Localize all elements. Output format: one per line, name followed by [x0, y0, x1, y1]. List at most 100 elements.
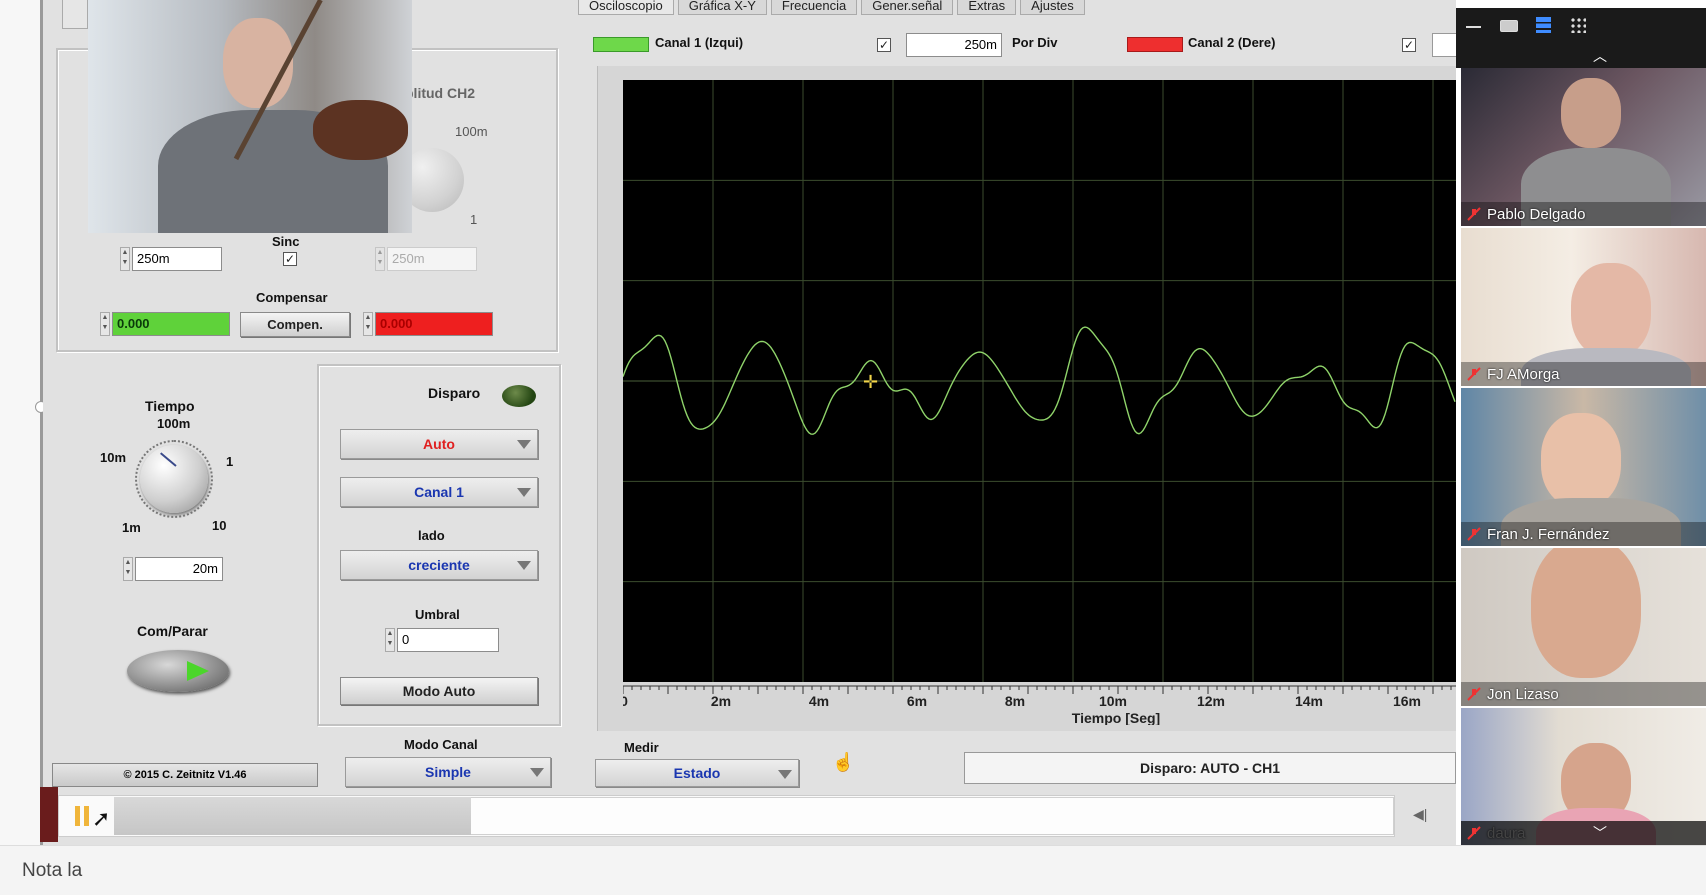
offset-title: Compensar — [256, 290, 328, 305]
trigger-status-display: Disparo: AUTO - CH1 — [964, 752, 1456, 784]
tab-grafica-xy[interactable]: Gráfica X-Y — [677, 0, 767, 15]
trigger-mode-value: Auto — [423, 436, 455, 452]
scroll-up-icon[interactable]: ︿ — [1593, 46, 1607, 66]
channel2-color-swatch — [1127, 37, 1183, 52]
x-axis: 0 2m 4m 6m 8m 10m 12m 14m 16m — [623, 685, 1456, 709]
notes-area — [0, 845, 1706, 895]
ch2-amplitude-input[interactable]: 250m — [387, 247, 477, 271]
chevron-down-icon — [517, 440, 531, 449]
grid-view-icon[interactable] — [1570, 17, 1586, 33]
compensate-button[interactable]: Compen. — [240, 312, 350, 337]
measure-dropdown[interactable]: Estado — [595, 759, 799, 787]
participant-tile[interactable]: Jon Lizaso — [1461, 548, 1706, 706]
x-tick-label: 10m — [1099, 693, 1127, 709]
gallery-strip-icon[interactable] — [1536, 17, 1551, 33]
time-scale-10m: 10m — [100, 450, 127, 465]
x-tick-label: 4m — [809, 693, 829, 709]
speaker-view-icon[interactable] — [1500, 20, 1518, 32]
participant-tile[interactable]: FJ AMorga — [1461, 228, 1706, 386]
participant-tile[interactable]: Pablo Delgado — [1461, 68, 1706, 226]
chevron-down-icon — [778, 770, 792, 779]
threshold-spinner[interactable]: ▲ ▼ — [385, 628, 395, 652]
ch1-amplitude-input[interactable]: 250m — [132, 247, 222, 271]
muted-mic-icon — [1467, 527, 1481, 541]
cursor-crosshair-icon: ✛ — [863, 372, 879, 392]
channel1-checkbox[interactable]: ✓ — [877, 38, 891, 52]
time-per-div-input[interactable]: 250m — [906, 33, 1002, 57]
participant-name: Pablo Delgado — [1487, 206, 1586, 223]
sync-checkbox[interactable]: ✓ — [283, 252, 297, 266]
channel2-value-box[interactable] — [1432, 33, 1456, 57]
edge-dropdown[interactable]: creciente — [340, 550, 538, 580]
x-tick-label: 16m — [1393, 693, 1421, 709]
time-input[interactable]: 20m — [135, 557, 223, 581]
participant-face — [1541, 413, 1621, 508]
x-tick-label: 6m — [907, 693, 927, 709]
x-tick-label: 0 — [623, 693, 628, 709]
time-title: Tiempo — [145, 398, 195, 414]
top-left-tab[interactable] — [62, 0, 88, 29]
start-stop-label: Com/Parar — [137, 623, 208, 639]
volume-icon[interactable]: ◀| — [1413, 806, 1427, 823]
measure-value: Estado — [673, 765, 721, 781]
trigger-group — [317, 364, 561, 726]
muted-mic-icon — [1467, 207, 1481, 221]
ch1-amplitude-spinner[interactable]: ▲ ▼ — [120, 247, 130, 271]
tab-osciloscopio[interactable]: Osciloscopio — [578, 0, 674, 15]
amplitude-ch2-title: plitud CH2 — [405, 85, 475, 101]
edge-label: lado — [418, 528, 445, 543]
participant-name: Fran J. Fernández — [1487, 526, 1610, 543]
mouse-pointer-icon: ➚ — [92, 806, 111, 831]
scroll-down-icon[interactable]: ﹀ — [1593, 823, 1607, 843]
ch1-offset-input[interactable]: 0.000 — [112, 312, 230, 336]
participant-face — [1571, 263, 1651, 358]
trigger-source-dropdown[interactable]: Canal 1 — [340, 477, 538, 507]
note-text[interactable]: Nota la — [22, 860, 82, 882]
sync-label: Sinc — [272, 234, 300, 249]
time-spinner[interactable]: ▲ ▼ — [123, 557, 133, 581]
trigger-mode-dropdown[interactable]: Auto — [340, 429, 538, 459]
minimize-icon[interactable] — [1466, 26, 1481, 28]
channel2-checkbox[interactable]: ✓ — [1402, 38, 1416, 52]
ch2-scale-label: 100m — [455, 124, 488, 139]
chevron-down-icon — [530, 768, 544, 777]
channel-mode-label: Modo Canal — [404, 737, 478, 752]
x-tick-label: 12m — [1197, 693, 1225, 709]
tab-extras[interactable]: Extras — [957, 0, 1017, 15]
channel1-label: Canal 1 (Izqui) — [655, 35, 744, 50]
copyright-label: © 2015 C. Zeitnitz V1.46 — [52, 763, 318, 787]
ch1-offset-spinner[interactable]: ▲ ▼ — [100, 312, 110, 336]
x-tick-label: 2m — [711, 693, 731, 709]
tab-bar: Osciloscopio Gráfica X-Y Frecuencia Gene… — [578, 0, 1085, 16]
start-stop-button[interactable] — [127, 650, 229, 692]
participant-name: daura — [1487, 825, 1526, 842]
threshold-input[interactable]: 0 — [397, 628, 499, 652]
muted-mic-icon — [1467, 826, 1481, 840]
time-knob[interactable] — [140, 445, 208, 513]
channel-mode-value: Simple — [425, 764, 471, 780]
ch2-amplitude-spinner[interactable]: ▲ ▼ — [375, 247, 385, 271]
participant-face — [1561, 78, 1621, 148]
time-scale-100m: 100m — [157, 416, 191, 431]
ch2-offset-input[interactable]: 0.000 — [375, 312, 493, 336]
measure-label: Medir — [624, 740, 659, 755]
x-tick-label: 8m — [1005, 693, 1025, 709]
participant-tile[interactable]: daura ﹀ — [1461, 708, 1706, 845]
x-axis-label: Tiempo [Seg] — [1072, 710, 1160, 725]
left-strip — [0, 0, 40, 845]
channel-mode-dropdown[interactable]: Simple — [345, 757, 551, 787]
pause-icon-bar2 — [84, 806, 89, 826]
participant-face — [1531, 548, 1641, 678]
tab-gener-senal[interactable]: Gener.señal — [861, 0, 954, 15]
participant-name: Jon Lizaso — [1487, 686, 1559, 703]
pause-icon[interactable] — [75, 806, 80, 826]
tab-frecuencia[interactable]: Frecuencia — [770, 0, 858, 15]
tab-ajustes[interactable]: Ajustes — [1020, 0, 1085, 15]
chevron-down-icon — [517, 561, 531, 570]
time-scale-10: 10 — [212, 518, 227, 533]
ch2-offset-spinner[interactable]: ▲ ▼ — [363, 312, 373, 336]
participant-tile[interactable]: Fran J. Fernández — [1461, 388, 1706, 546]
auto-mode-button[interactable]: Modo Auto — [340, 677, 538, 705]
presenter-head — [223, 18, 293, 108]
muted-mic-icon — [1467, 367, 1481, 381]
